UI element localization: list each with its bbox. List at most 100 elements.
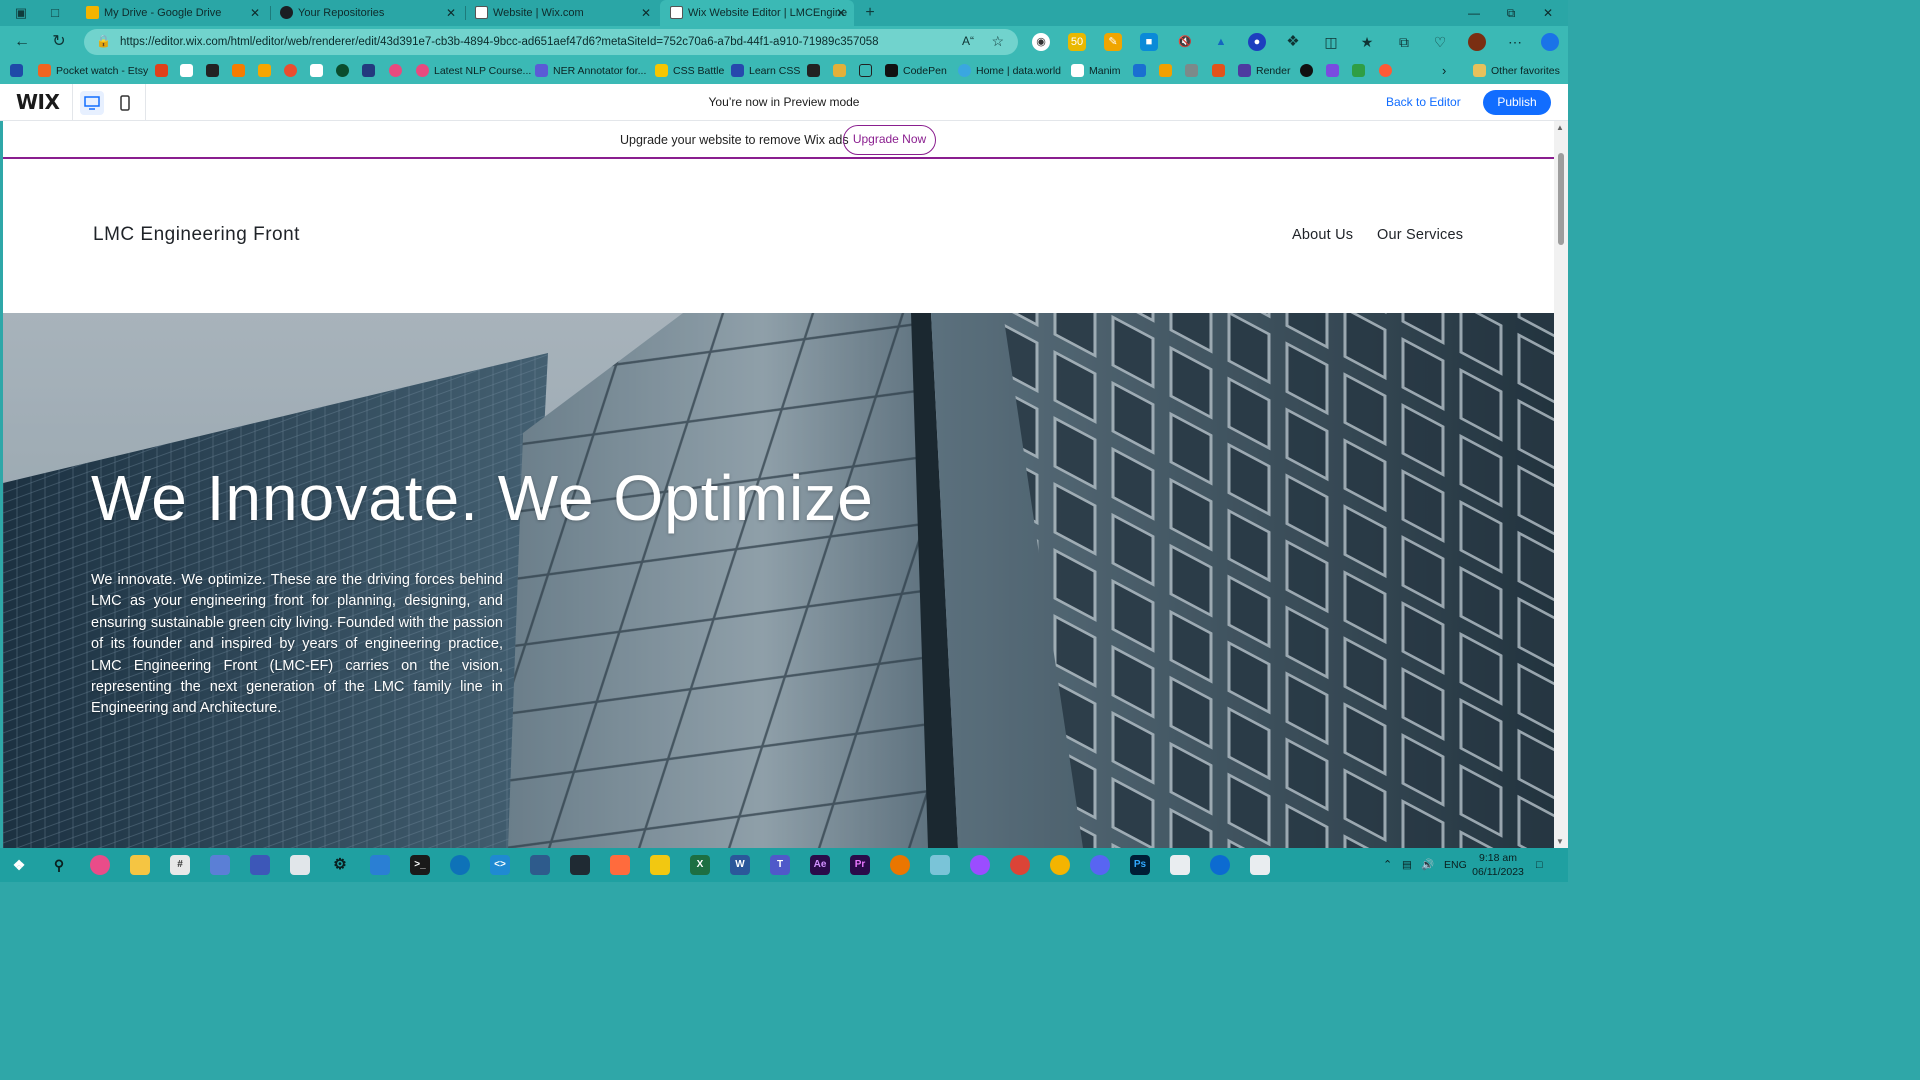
messenger-icon[interactable] — [970, 855, 990, 875]
back-arrow-icon[interactable]: ← — [13, 33, 31, 51]
extension-icon[interactable]: ◉ — [1032, 33, 1050, 51]
highlighter-extension-icon[interactable]: ✎ — [1104, 33, 1122, 51]
photoshop-icon[interactable]: Ps — [1130, 855, 1150, 875]
file-explorer-icon[interactable] — [130, 855, 150, 875]
new-tab-icon[interactable]: + — [862, 5, 878, 21]
tab-wix-website[interactable]: Website | Wix.com ✕ — [465, 0, 659, 26]
notifications-icon[interactable]: □ — [1536, 848, 1542, 882]
extension-icon[interactable]: 50 — [1068, 33, 1086, 51]
refresh-icon[interactable]: ↻ — [50, 33, 68, 51]
address-bar[interactable]: 🔒 https://editor.wix.com/html/editor/web… — [84, 29, 1018, 55]
app-icon[interactable] — [450, 855, 470, 875]
terminal-icon[interactable]: >_ — [410, 855, 430, 875]
bookmark-codepen[interactable]: CodePen — [885, 58, 947, 84]
app-icon[interactable] — [210, 855, 230, 875]
tab-google-drive[interactable]: My Drive - Google Drive ✕ — [76, 0, 268, 26]
page-scrollbar[interactable]: ▲ ▼ — [1554, 121, 1568, 848]
bookmark-render[interactable]: Render — [1238, 58, 1290, 84]
premiere-icon[interactable]: Pr — [850, 855, 870, 875]
bookmark-icon[interactable] — [258, 64, 271, 77]
extension-icon[interactable]: ■ — [1140, 33, 1158, 51]
bookmark-css-battle[interactable]: CSS Battle — [655, 58, 724, 84]
tab-actions-icon[interactable]: □ — [47, 5, 63, 21]
split-screen-icon[interactable]: ◫ — [1322, 33, 1340, 51]
window-close-icon[interactable]: ✕ — [1530, 0, 1566, 26]
bookmark-icon[interactable] — [336, 64, 349, 77]
bookmark-icon[interactable] — [1352, 64, 1365, 77]
bookmark-icon[interactable] — [833, 64, 846, 77]
favorite-star-icon[interactable]: ☆ — [991, 33, 1004, 50]
document-icon[interactable] — [310, 64, 323, 77]
app-icon[interactable] — [290, 855, 310, 875]
bookmark-icon[interactable] — [284, 64, 297, 77]
bookmark-other-favorites[interactable]: Other favorites — [1473, 58, 1560, 84]
nav-about-us[interactable]: About Us — [1292, 227, 1353, 243]
postgres-icon[interactable] — [530, 855, 550, 875]
bookmark-nlp-course[interactable]: Latest NLP Course... — [416, 58, 531, 84]
browser-essentials-icon[interactable]: ♡ — [1431, 33, 1449, 51]
settings-gear-icon[interactable]: ⚙ — [330, 855, 350, 875]
close-icon[interactable]: ✕ — [250, 0, 260, 26]
app-icon[interactable] — [370, 855, 390, 875]
workspaces-icon[interactable]: ▣ — [13, 5, 29, 21]
chrome-icon[interactable] — [1010, 855, 1030, 875]
app-icon[interactable] — [1250, 855, 1270, 875]
bookmark-ner-annotator[interactable]: NER Annotator for... — [535, 58, 646, 84]
vscode-icon[interactable]: <> — [490, 855, 510, 875]
volume-icon[interactable]: 🔊 — [1421, 848, 1434, 882]
teams-icon[interactable]: T — [770, 855, 790, 875]
extension-icon[interactable]: ▲ — [1212, 33, 1230, 51]
app-icon[interactable] — [930, 855, 950, 875]
url-text[interactable]: https://editor.wix.com/html/editor/web/r… — [120, 29, 950, 55]
tab-wix-editor[interactable]: Wix Website Editor | LMCEngine ✕ — [660, 0, 854, 26]
bookmark-data-world[interactable]: Home | data.world — [958, 58, 1061, 84]
word-icon[interactable]: W — [730, 855, 750, 875]
bookmark-manim[interactable]: Manim — [1071, 58, 1121, 84]
minimize-icon[interactable]: — — [1456, 0, 1492, 26]
app-icon[interactable] — [610, 855, 630, 875]
amazon-icon[interactable] — [180, 64, 193, 77]
mute-icon[interactable]: 🔇 — [1176, 33, 1194, 51]
close-icon[interactable]: ✕ — [446, 0, 456, 26]
bookmark-icon[interactable] — [155, 64, 168, 77]
extension-icon[interactable]: ● — [1248, 33, 1266, 51]
windows-start-icon[interactable]: ❖ — [9, 855, 29, 875]
bookmark-icon[interactable] — [389, 64, 402, 77]
lock-icon[interactable]: 🔒 — [96, 34, 111, 48]
scrollbar-thumb[interactable] — [1558, 153, 1564, 245]
publish-button[interactable]: Publish — [1483, 90, 1551, 115]
scroll-down-icon[interactable]: ▼ — [1556, 837, 1564, 846]
close-icon[interactable]: ✕ — [836, 0, 846, 26]
read-aloud-icon[interactable]: A“ — [962, 34, 974, 48]
system-clock[interactable]: 9:18 am 06/11/2023 — [1470, 851, 1526, 879]
app-icon[interactable] — [1170, 855, 1190, 875]
bookmark-icon[interactable] — [1379, 64, 1392, 77]
app-icon[interactable] — [570, 855, 590, 875]
bookmark-icon[interactable] — [206, 64, 219, 77]
bookmark-icon[interactable] — [1212, 64, 1225, 77]
bookmark-icon[interactable] — [1185, 64, 1198, 77]
app-icon[interactable] — [250, 855, 270, 875]
search-icon[interactable]: ⚲ — [49, 855, 69, 875]
close-icon[interactable]: ✕ — [641, 0, 651, 26]
edge-icon[interactable] — [1210, 855, 1230, 875]
bookmark-icon[interactable] — [1133, 64, 1146, 77]
language-indicator[interactable]: ENG — [1444, 848, 1467, 882]
copilot-icon[interactable] — [1541, 33, 1559, 51]
nav-our-services[interactable]: Our Services — [1377, 227, 1463, 243]
calculator-icon[interactable]: # — [170, 855, 190, 875]
bookmark-learn-css[interactable]: Learn CSS — [731, 58, 800, 84]
play-icon[interactable] — [10, 64, 23, 77]
site-title[interactable]: LMC Engineering Front — [93, 224, 300, 246]
upgrade-now-button[interactable]: Upgrade Now — [843, 125, 936, 155]
tray-chevron-up-icon[interactable]: ⌃ — [1383, 848, 1392, 882]
extensions-puzzle-icon[interactable]: ❖ — [1284, 33, 1302, 51]
bookmark-icon[interactable] — [1326, 64, 1339, 77]
blender-icon[interactable] — [890, 855, 910, 875]
music-app-icon[interactable] — [90, 855, 110, 875]
discord-icon[interactable] — [1090, 855, 1110, 875]
favorites-icon[interactable]: ★ — [1358, 33, 1376, 51]
network-icon[interactable]: ▤ — [1402, 848, 1412, 882]
restore-icon[interactable]: ⧉ — [1493, 0, 1529, 26]
bookmark-icon[interactable] — [362, 64, 375, 77]
